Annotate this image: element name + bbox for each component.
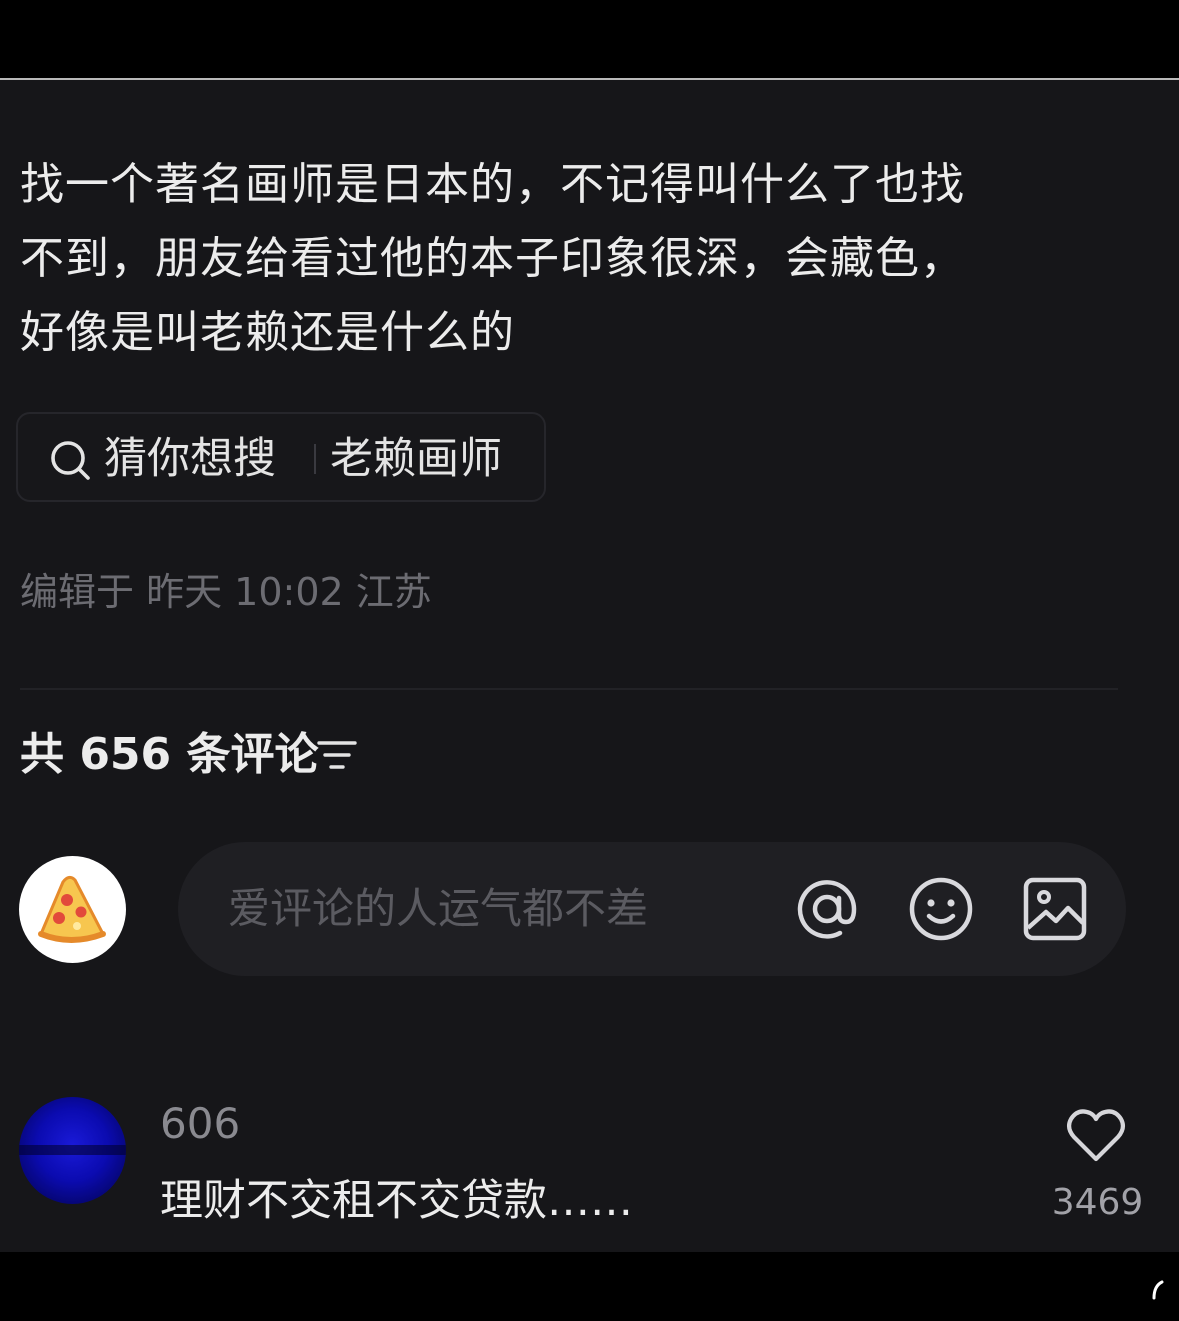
like-count: 3469 [1051, 1182, 1144, 1223]
corner-mark-icon [1152, 1280, 1164, 1300]
comment-input-placeholder: 爱评论的人运气都不差 [228, 884, 649, 933]
sort-icon[interactable] [316, 738, 358, 772]
post-body: 找一个著名画师是日本的，不记得叫什么了也找 不到，朋友给看过他的本子印象很深，会… [20, 148, 1130, 370]
image-icon[interactable] [1022, 876, 1088, 942]
suggest-label: 猜你想搜 [104, 434, 276, 484]
comment-count: 共 656 条评论 [20, 729, 319, 780]
commenter-avatar[interactable] [19, 1097, 126, 1204]
heart-icon[interactable] [1065, 1106, 1127, 1164]
comment-text: 理财不交租不交贷款…… [160, 1176, 633, 1226]
suggest-divider [314, 444, 316, 474]
commenter-name[interactable]: 606 [160, 1096, 240, 1152]
suggested-search-button[interactable]: 猜你想搜 老赖画师 [16, 412, 546, 502]
at-icon[interactable] [794, 876, 860, 942]
post-line: 不到，朋友给看过他的本子印象很深，会藏色， [20, 233, 965, 284]
bottom-bar [0, 1252, 1179, 1321]
emoji-icon[interactable] [908, 876, 974, 942]
suggest-query: 老赖画师 [330, 434, 502, 484]
edit-timestamp: 编辑于 昨天 10:02 江苏 [20, 570, 432, 614]
comment-input[interactable]: 爱评论的人运气都不差 [178, 842, 1126, 976]
post-line: 好像是叫老赖还是什么的 [20, 307, 515, 358]
search-icon [51, 441, 90, 480]
top-bar [0, 0, 1179, 78]
pizza-icon [38, 875, 106, 943]
section-divider [20, 688, 1118, 690]
post-line: 找一个著名画师是日本的，不记得叫什么了也找 [20, 159, 965, 210]
avatar[interactable] [19, 856, 126, 963]
